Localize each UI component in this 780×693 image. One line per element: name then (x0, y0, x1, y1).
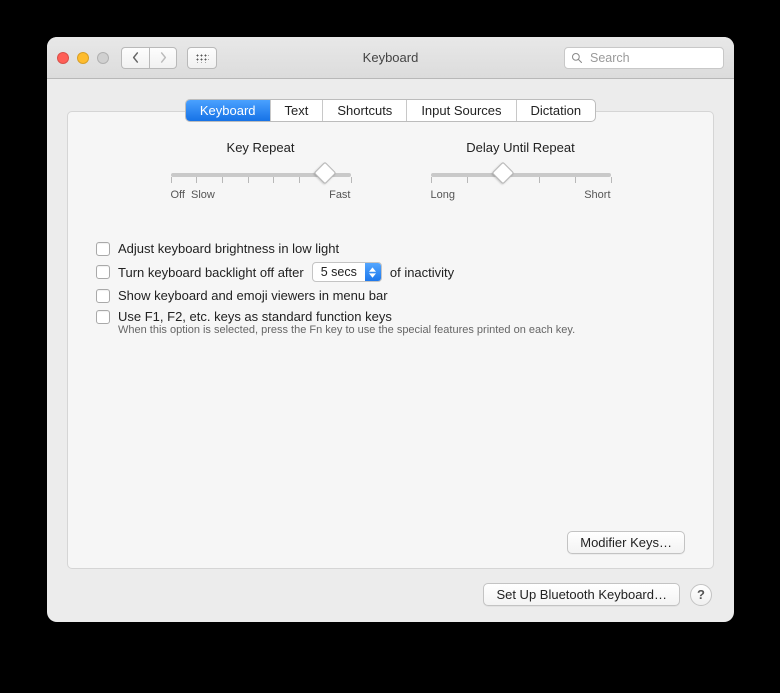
dropdown-stepper-icon (365, 263, 381, 281)
delay-short-label: Short (584, 189, 610, 201)
tab-shortcuts[interactable]: Shortcuts (323, 100, 407, 121)
fn-keys-checkbox[interactable] (96, 310, 110, 324)
grid-icon (195, 53, 209, 63)
key-repeat-label: Key Repeat (171, 140, 351, 155)
search-field[interactable] (564, 47, 724, 69)
brightness-low-light-checkbox[interactable] (96, 242, 110, 256)
delay-slider-group: Delay Until Repeat Long Short (431, 140, 611, 201)
brightness-low-light-label: Adjust keyboard brightness in low light (118, 241, 339, 256)
key-repeat-fast-label: Fast (329, 189, 350, 201)
key-repeat-slider[interactable] (171, 163, 351, 187)
window-controls (57, 52, 109, 64)
close-window-button[interactable] (57, 52, 69, 64)
forward-button[interactable] (149, 47, 177, 69)
tab-input-sources[interactable]: Input Sources (407, 100, 516, 121)
chevron-right-icon (159, 52, 168, 63)
backlight-off-checkbox[interactable] (96, 265, 110, 279)
slider-knob[interactable] (313, 162, 336, 185)
delay-label: Delay Until Repeat (431, 140, 611, 155)
bottom-row: Set Up Bluetooth Keyboard… ? (67, 583, 714, 606)
sliders-row: Key Repeat Off Slow Fast Delay Until Rep… (96, 140, 685, 201)
tab-keyboard[interactable]: Keyboard (186, 100, 271, 121)
titlebar: Keyboard (47, 37, 734, 79)
fn-keys-label: Use F1, F2, etc. keys as standard functi… (118, 309, 392, 324)
nav-back-forward (121, 47, 177, 69)
body: Keyboard Text Shortcuts Input Sources Di… (47, 79, 734, 622)
fn-keys-hint: When this option is selected, press the … (118, 324, 685, 336)
modifier-keys-button[interactable]: Modifier Keys… (567, 531, 685, 554)
show-viewers-checkbox[interactable] (96, 289, 110, 303)
backlight-off-suffix: of inactivity (390, 265, 454, 280)
tab-dictation[interactable]: Dictation (517, 100, 596, 121)
minimize-window-button[interactable] (77, 52, 89, 64)
backlight-off-value: 5 secs (313, 265, 365, 279)
tab-bar: Keyboard Text Shortcuts Input Sources Di… (185, 99, 596, 122)
backlight-off-prefix: Turn keyboard backlight off after (118, 265, 304, 280)
key-repeat-off-label: Off (171, 189, 185, 201)
tab-text[interactable]: Text (271, 100, 324, 121)
backlight-off-dropdown[interactable]: 5 secs (312, 262, 382, 282)
options-group: Adjust keyboard brightness in low light … (96, 235, 685, 336)
zoom-window-button[interactable] (97, 52, 109, 64)
show-all-button[interactable] (187, 47, 217, 69)
search-input[interactable] (588, 50, 717, 66)
show-viewers-label: Show keyboard and emoji viewers in menu … (118, 288, 388, 303)
chevron-left-icon (131, 52, 140, 63)
slider-knob[interactable] (491, 162, 514, 185)
delay-long-label: Long (431, 189, 455, 201)
search-icon (571, 52, 583, 64)
help-button[interactable]: ? (690, 584, 712, 606)
preferences-window: Keyboard Keyboard Text Shortcuts Input S… (47, 37, 734, 622)
setup-bluetooth-button[interactable]: Set Up Bluetooth Keyboard… (483, 583, 680, 606)
back-button[interactable] (121, 47, 149, 69)
delay-slider[interactable] (431, 163, 611, 187)
key-repeat-slow-label: Slow (191, 189, 215, 201)
keyboard-panel: Key Repeat Off Slow Fast Delay Until Rep… (67, 111, 714, 569)
key-repeat-slider-group: Key Repeat Off Slow Fast (171, 140, 351, 201)
